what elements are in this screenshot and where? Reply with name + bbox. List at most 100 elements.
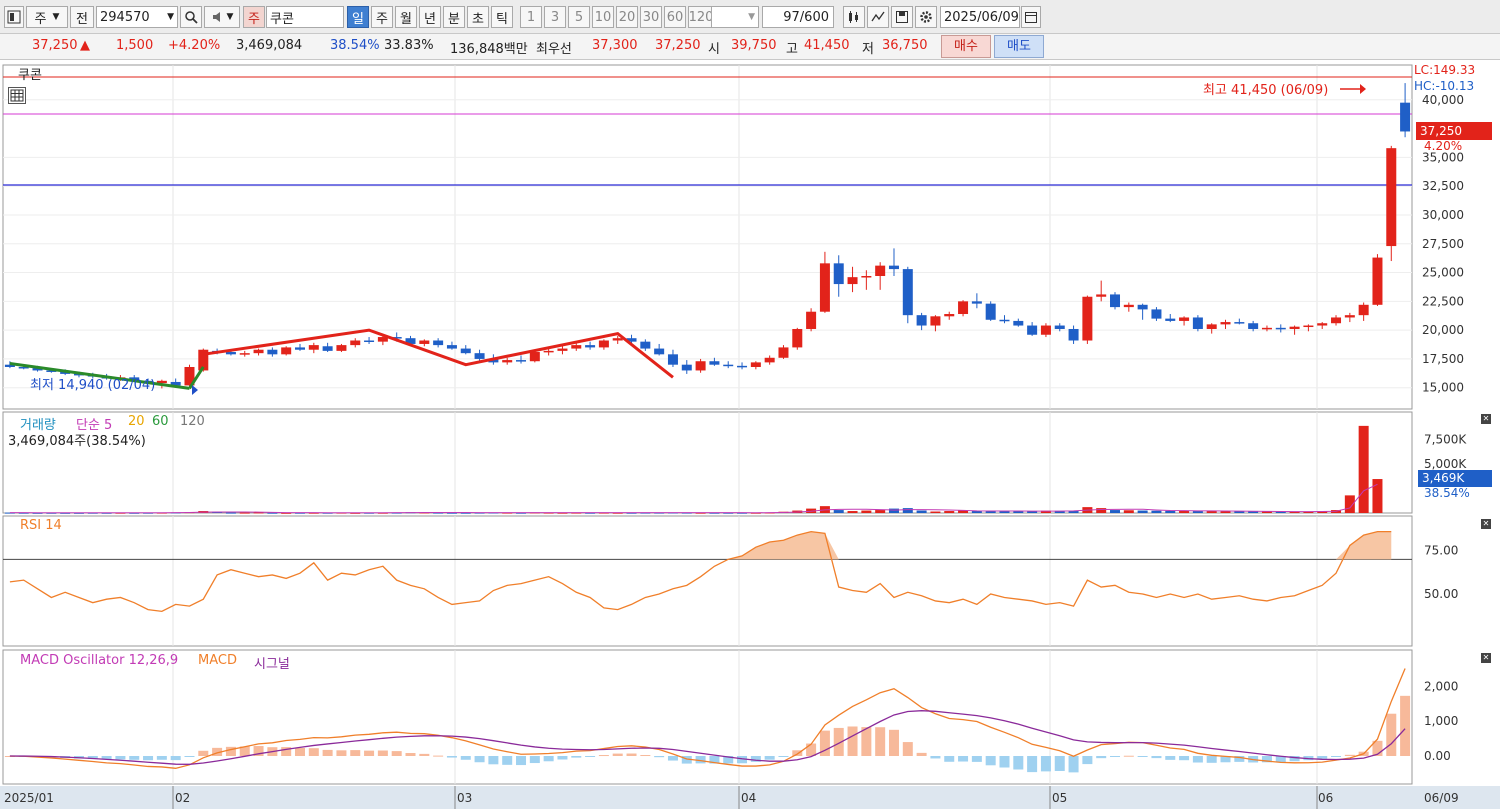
table-icon[interactable] [8, 87, 26, 104]
prefix-button[interactable]: 전 [70, 6, 94, 28]
signal-label: 시그널 [254, 657, 290, 672]
interval-tab-1[interactable]: 1 [520, 6, 542, 28]
macd-osc-bar [1165, 756, 1176, 760]
macd-tick-label: 0.00 [1424, 749, 1451, 763]
price-tick-label: 30,000 [1422, 208, 1464, 222]
count-field[interactable]: 97 /600 [762, 6, 834, 28]
macd-panel-title: MACD Oscillator 12,26,9 [20, 653, 179, 668]
macd-osc-bar [1082, 756, 1093, 765]
chevron-down-icon: ▼ [748, 12, 755, 22]
open-price: 39,750 [731, 38, 777, 53]
candle-body [502, 360, 513, 363]
macd-osc-bar [1110, 756, 1121, 757]
code-input[interactable]: 294570 ▼ [96, 6, 178, 28]
candle-body [308, 345, 319, 350]
interval-tab-5[interactable]: 5 [568, 6, 590, 28]
macd-osc-bar [958, 756, 969, 762]
macd-osc-bar [1386, 713, 1397, 756]
gear-icon[interactable] [915, 6, 937, 28]
interval-tab-20[interactable]: 20 [616, 6, 638, 28]
period-tab-1[interactable]: 주 [371, 6, 393, 28]
volume-bar [930, 511, 941, 513]
x-axis-label: 04 [741, 791, 756, 805]
period-tab-0[interactable]: 일 [347, 6, 369, 28]
current-price: 37,250 [32, 38, 78, 53]
macd-osc-bar [888, 729, 899, 756]
price-tick-label: 40,000 [1422, 93, 1464, 107]
period-tab-2[interactable]: 월 [395, 6, 417, 28]
macd-osc-bar [1137, 756, 1148, 757]
candle-body [364, 340, 375, 343]
candle-body [985, 303, 996, 320]
macd-osc-bar [847, 726, 858, 756]
interval-dropdown[interactable]: ▼ [711, 6, 759, 28]
price-change: 1,500 [116, 38, 154, 53]
best-label: 최우선 [536, 42, 572, 57]
candle-body [1123, 304, 1134, 308]
macd-osc-bar [1096, 756, 1107, 759]
close-icon[interactable]: ✕ [1481, 519, 1491, 529]
interval-tab-10[interactable]: 10 [592, 6, 614, 28]
candle-icon[interactable] [843, 6, 865, 28]
date-field[interactable]: 2025/06/09 [940, 6, 1020, 28]
x-axis-label: 2025/01 [4, 791, 54, 805]
buy-button[interactable]: 매수 [941, 35, 991, 58]
candle-body [557, 348, 568, 351]
up-arrow-icon: ▲ [80, 38, 90, 53]
macd-osc-bar [764, 756, 775, 760]
stock-name-field[interactable]: 쿠콘 [266, 6, 344, 28]
candle-body [529, 352, 540, 362]
macd-osc-bar [585, 756, 596, 757]
x-axis-label: 06 [1318, 791, 1333, 805]
speaker-icon[interactable]: ▼ [204, 6, 240, 28]
candle-body [612, 338, 623, 341]
hc-label: HC:-10.13 [1414, 79, 1475, 93]
candle-body [640, 341, 651, 349]
interval-tab-3[interactable]: 3 [544, 6, 566, 28]
candle-body [695, 361, 706, 371]
interval-tab-60[interactable]: 60 [664, 6, 686, 28]
macd-osc-bar [336, 750, 347, 756]
price-tick-label: 22,500 [1422, 294, 1464, 308]
candle-body [750, 362, 761, 367]
macd-osc-bar [1179, 756, 1190, 761]
candle-body [1013, 320, 1024, 326]
period-tab-4[interactable]: 분 [443, 6, 465, 28]
candle-body [1068, 328, 1079, 341]
candle-body [585, 345, 596, 348]
candle-body [322, 346, 333, 351]
macd-osc-bar [571, 756, 582, 758]
volume-bar [999, 511, 1010, 513]
stock-chart[interactable]: 40,00035,00032,50030,00027,50025,00022,5… [0, 60, 1500, 809]
macd-osc-bar [1013, 756, 1024, 770]
save-icon[interactable] [891, 6, 913, 28]
interval-tab-30[interactable]: 30 [640, 6, 662, 28]
prefix-label: 전 [76, 11, 88, 27]
candle-body [1165, 318, 1176, 321]
macd-osc-bar [322, 749, 333, 756]
period-tab-3[interactable]: 년 [419, 6, 441, 28]
candle-body [1317, 323, 1328, 326]
calendar-icon[interactable] [1021, 6, 1041, 28]
line-chart-icon[interactable] [867, 6, 889, 28]
candle-body [902, 269, 913, 316]
volume-bar [225, 512, 236, 514]
macd-tick-label: 2,000 [1424, 679, 1458, 693]
candle-body [958, 301, 969, 315]
volume-ma-60: 60 [152, 414, 169, 429]
close-icon[interactable]: ✕ [1481, 653, 1491, 663]
macd-osc-bar [516, 756, 527, 766]
chart-window-icon[interactable] [4, 6, 24, 28]
period-tab-5[interactable]: 초 [467, 6, 489, 28]
sell-button[interactable]: 매도 [994, 35, 1044, 58]
macd-osc-bar [543, 756, 554, 762]
volume-bar [833, 510, 844, 513]
close-icon[interactable]: ✕ [1481, 414, 1491, 424]
macd-osc-bar [916, 752, 927, 756]
market-select[interactable]: 주 ▼ [26, 6, 68, 28]
macd-osc-bar [612, 753, 623, 756]
macd-tick-label: 1,000 [1424, 714, 1458, 728]
macd-osc-bar [391, 751, 402, 756]
period-tab-6[interactable]: 틱 [491, 6, 513, 28]
search-icon[interactable] [180, 6, 202, 28]
